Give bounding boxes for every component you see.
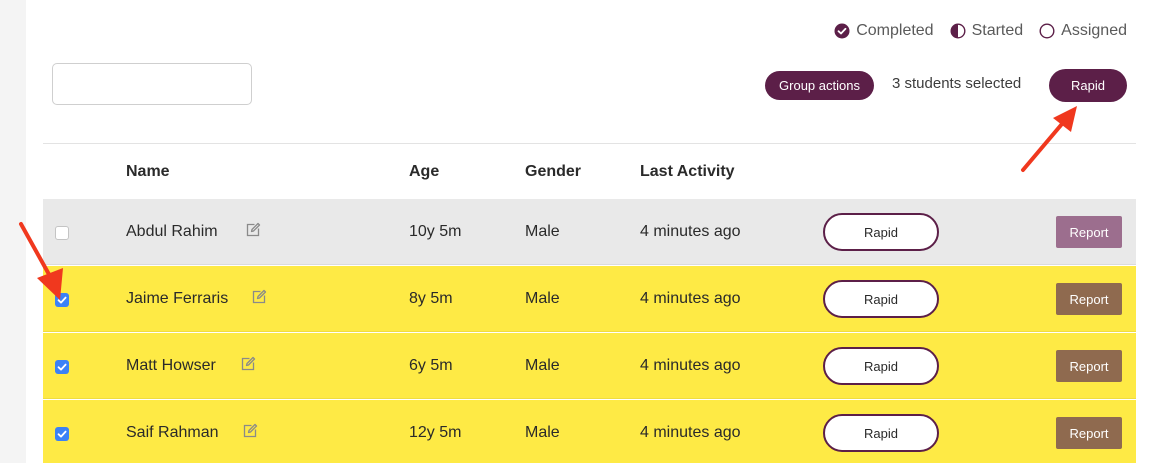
checkmark-icon [57,363,67,371]
rapid-button[interactable]: Rapid [823,414,939,452]
checkmark-icon [57,296,67,304]
student-last-activity: 4 minutes ago [640,290,741,307]
student-name[interactable]: Abdul Rahim [126,223,218,241]
row-select-checkbox[interactable] [55,360,69,374]
rapid-group-button[interactable]: Rapid [1049,69,1127,102]
edit-icon[interactable] [240,356,256,372]
student-age: 10y 5m [409,223,462,240]
column-header-name[interactable]: Name [126,163,170,181]
table-row[interactable]: Matt Howser 6y 5m Male 4 minutes ago Rap… [43,333,1136,399]
table-row[interactable]: Saif Rahman 12y 5m Male 4 minutes ago Ra… [43,400,1136,463]
row-select-checkbox[interactable] [55,226,69,240]
legend-assigned: Assigned [1039,22,1127,40]
left-rail [0,0,26,463]
student-name[interactable]: Saif Rahman [126,424,219,442]
edit-icon[interactable] [242,423,258,439]
student-gender: Male [525,424,560,441]
row-divider [43,331,1136,332]
student-name[interactable]: Jaime Ferraris [126,290,228,308]
student-gender: Male [525,223,560,240]
rapid-button[interactable]: Rapid [823,280,939,318]
student-age: 8y 5m [409,290,453,307]
group-actions-button[interactable]: Group actions [765,71,874,100]
report-button[interactable]: Report [1056,283,1122,315]
legend-completed: Completed [834,22,934,40]
checkmark-icon [57,430,67,438]
selected-count-text: 3 students selected [892,75,1022,92]
legend-assigned-label: Assigned [1061,22,1127,39]
search-input[interactable] [52,63,252,105]
report-button[interactable]: Report [1056,417,1122,449]
edit-icon[interactable] [245,222,261,238]
student-last-activity: 4 minutes ago [640,223,741,240]
student-age: 12y 5m [409,424,462,441]
student-gender: Male [525,357,560,374]
legend-started: Started [950,22,1024,40]
student-name[interactable]: Matt Howser [126,357,216,375]
student-last-activity: 4 minutes ago [640,424,741,441]
rapid-button[interactable]: Rapid [823,213,939,251]
report-button[interactable]: Report [1056,216,1122,248]
legend-started-label: Started [971,22,1024,39]
column-header-gender[interactable]: Gender [525,163,581,181]
column-header-last-activity[interactable]: Last Activity [640,163,735,181]
table-header: Name Age Gender Last Activity [43,144,1136,199]
half-circle-icon [950,23,966,39]
student-gender: Male [525,290,560,307]
student-last-activity: 4 minutes ago [640,357,741,374]
student-age: 6y 5m [409,357,453,374]
empty-circle-icon [1039,23,1055,39]
legend-completed-label: Completed [856,22,934,39]
row-divider [43,398,1136,399]
edit-icon[interactable] [251,289,267,305]
report-button[interactable]: Report [1056,350,1122,382]
rapid-button[interactable]: Rapid [823,347,939,385]
row-select-checkbox[interactable] [55,293,69,307]
table-row[interactable]: Abdul Rahim 10y 5m Male 4 minutes ago Ra… [43,199,1136,265]
table-row[interactable]: Jaime Ferraris 8y 5m Male 4 minutes ago … [43,266,1136,332]
column-header-age[interactable]: Age [409,163,439,181]
status-legend: Completed Started Assigned [834,22,1127,40]
row-divider [43,264,1136,265]
row-select-checkbox[interactable] [55,427,69,441]
check-circle-icon [834,23,850,39]
